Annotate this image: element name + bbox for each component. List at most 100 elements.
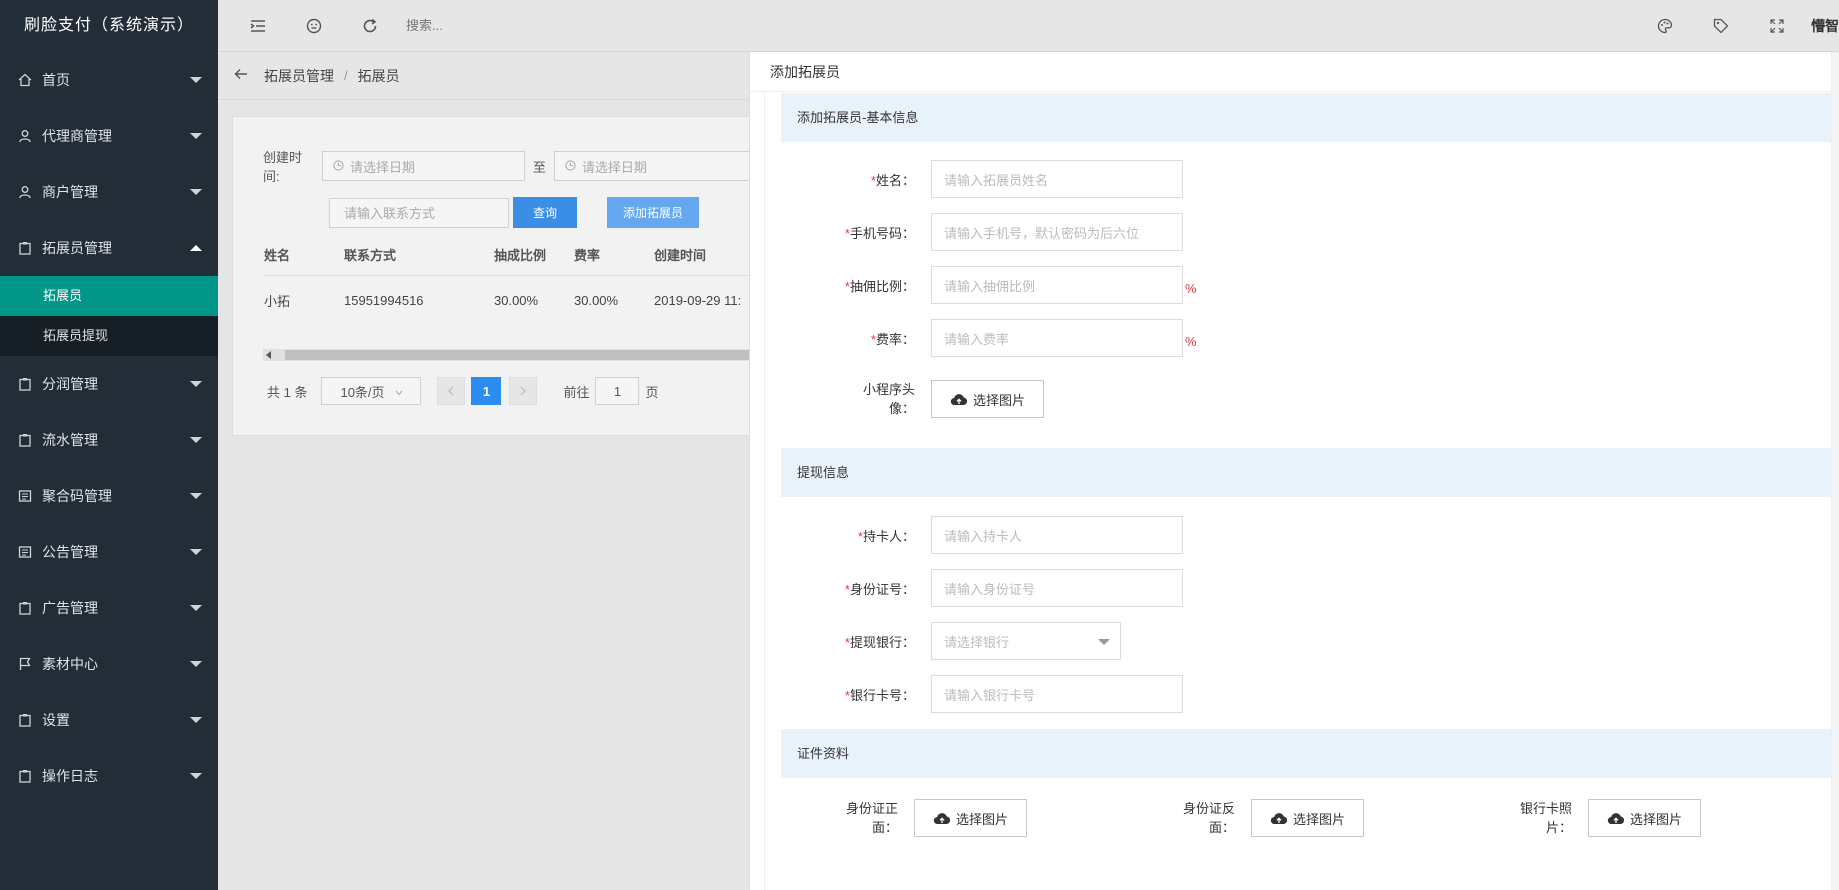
clipboard-icon <box>18 713 32 727</box>
palette-icon[interactable] <box>1637 0 1693 52</box>
holder-input[interactable]: 请输入持卡人 <box>931 516 1183 554</box>
column-header: 姓名 <box>264 248 291 264</box>
query-button[interactable]: 查询 <box>513 197 578 228</box>
sidebar: 刷脸支付（系统演示） 首页 代理商管理 商户管理 拓展员管理 拓展员 拓展员提现… <box>0 0 218 890</box>
avatar-upload-button[interactable]: 选择图片 <box>931 380 1045 418</box>
id-number-input[interactable]: 请输入身份证号 <box>931 569 1183 607</box>
user-icon <box>18 129 32 143</box>
home-icon <box>18 73 32 87</box>
phone-label: *手机号码： <box>844 225 915 241</box>
bank-label: *提现银行： <box>844 634 915 650</box>
submenu-promoter: 拓展员 拓展员提现 <box>0 276 218 356</box>
breadcrumb-item[interactable]: 拓展员管理 <box>264 66 334 86</box>
id-back-upload-button[interactable]: 选择图片 <box>1251 799 1365 837</box>
column-header: 创建时间 <box>654 248 707 264</box>
cloud-upload-icon <box>950 393 968 405</box>
bank-select[interactable]: 请选择银行 <box>931 622 1121 660</box>
caret-down-icon <box>190 773 202 779</box>
face-icon[interactable] <box>286 0 342 52</box>
table-cell: 30.00% <box>574 274 654 325</box>
date-end-placeholder: 请选择日期 <box>581 159 647 175</box>
sidebar-item-flow[interactable]: 流水管理 <box>0 412 218 468</box>
sidebar-subitem-promoter-withdraw[interactable]: 拓展员提现 <box>0 316 218 356</box>
table-cell: 2019-09-29 11: <box>654 274 751 325</box>
holder-label: *持卡人： <box>857 528 915 544</box>
card-number-input[interactable]: 请输入银行卡号 <box>931 675 1183 713</box>
sidebar-item-label: 聚合码管理 <box>42 488 112 504</box>
caret-up-icon <box>190 245 202 251</box>
sidebar-item-merchant[interactable]: 商户管理 <box>0 164 218 220</box>
holder-row: *持卡人： 请输入持卡人 <box>781 516 1183 554</box>
promoter-list-card: 创建时间: 请选择日期 至 请选择日期 请输入联系方式 查询 添加拓展员 姓名 … <box>232 116 752 436</box>
id-number-label: *身份证号： <box>844 581 915 597</box>
page-suffix: 页 <box>645 384 659 400</box>
id-front-upload-button[interactable]: 选择图片 <box>914 799 1028 837</box>
sidebar-item-material[interactable]: 素材中心 <box>0 636 218 692</box>
card-photo-row: 银行卡照 片： 选择图片 <box>1455 799 1702 837</box>
sidebar-item-home[interactable]: 首页 <box>0 52 218 108</box>
commission-input[interactable]: 请输入抽佣比例 <box>931 266 1183 304</box>
card-number-label: *银行卡号： <box>844 687 915 703</box>
scrollbar-thumb[interactable] <box>285 350 751 360</box>
sidebar-item-ads[interactable]: 广告管理 <box>0 580 218 636</box>
contact-input[interactable]: 请输入联系方式 <box>329 197 509 228</box>
horizontal-scrollbar[interactable] <box>263 349 751 361</box>
add-promoter-button[interactable]: 添加拓展员 <box>607 197 700 228</box>
date-end-input[interactable]: 请选择日期 <box>553 151 751 181</box>
caret-down-icon <box>190 437 202 443</box>
card-photo-upload-button[interactable]: 选择图片 <box>1588 799 1702 837</box>
id-front-label: 身份证正 面： <box>845 801 898 835</box>
search-input[interactable] <box>406 10 706 41</box>
menu-toggle-icon[interactable] <box>230 0 286 52</box>
name-input[interactable]: 请输入拓展员姓名 <box>931 160 1183 198</box>
prev-page-button[interactable] <box>437 377 466 405</box>
sidebar-item-notice[interactable]: 公告管理 <box>0 524 218 580</box>
sidebar-item-label: 流水管理 <box>42 432 98 448</box>
caret-down-icon <box>190 77 202 83</box>
caret-down-icon <box>190 189 202 195</box>
sidebar-subitem-promoter[interactable]: 拓展员 <box>0 276 218 316</box>
phone-row: *手机号码： 请输入手机号，默认密码为后六位 <box>781 213 1183 251</box>
page-number-current[interactable]: 1 <box>471 377 502 405</box>
date-start-input[interactable]: 请选择日期 <box>322 151 525 181</box>
table-cell: 15951994516 <box>344 274 494 325</box>
date-start-placeholder: 请选择日期 <box>350 159 416 175</box>
fullscreen-icon[interactable] <box>1749 0 1805 52</box>
to-label: 至 <box>532 159 546 175</box>
created-time-label: 创建时间: <box>263 150 303 184</box>
tag-icon[interactable] <box>1693 0 1749 52</box>
clock-icon <box>565 159 576 174</box>
page-size-select[interactable]: 10条/页 <box>321 377 422 405</box>
goto-page-input[interactable]: 1 <box>595 377 640 405</box>
rate-input[interactable]: 请输入费率 <box>931 319 1183 357</box>
scroll-left-icon[interactable] <box>266 351 271 359</box>
sidebar-item-agent[interactable]: 代理商管理 <box>0 108 218 164</box>
rate-row: *费率： 请输入费率 % <box>781 319 1197 357</box>
column-header: 联系方式 <box>344 248 397 264</box>
sidebar-item-label: 素材中心 <box>42 656 98 672</box>
sidebar-item-qrcode[interactable]: 聚合码管理 <box>0 468 218 524</box>
commission-row: *抽佣比例： 请输入抽佣比例 % <box>781 266 1197 304</box>
avatar-row: 小程序头 像： 选择图片 <box>781 380 1045 418</box>
caret-down-icon <box>190 133 202 139</box>
phone-input[interactable]: 请输入手机号，默认密码为后六位 <box>931 213 1183 251</box>
sidebar-item-promoter-mgmt[interactable]: 拓展员管理 <box>0 220 218 276</box>
sidebar-item-profit[interactable]: 分润管理 <box>0 356 218 412</box>
add-promoter-drawer: 添加拓展员 添加拓展员-基本信息 *姓名： 请输入拓展员姓名 *手机号码： 请输… <box>749 52 1839 890</box>
refresh-icon[interactable] <box>342 0 398 52</box>
top-bar-right: 懵智 <box>1637 0 1839 52</box>
back-arrow-icon[interactable] <box>234 68 248 83</box>
cloud-upload-icon <box>1607 812 1625 824</box>
sidebar-item-settings[interactable]: 设置 <box>0 692 218 748</box>
next-page-button[interactable] <box>509 377 538 405</box>
sidebar-item-oplog[interactable]: 操作日志 <box>0 748 218 804</box>
cloud-upload-icon <box>933 812 951 824</box>
user-name[interactable]: 懵智 <box>1805 16 1839 36</box>
id-number-row: *身份证号： 请输入身份证号 <box>781 569 1183 607</box>
promoter-table: 姓名 联系方式 抽成比例 费率 创建时间 小拓 15951994516 30.0… <box>264 235 751 325</box>
table-row[interactable]: 小拓 15951994516 30.00% 30.00% 2019-09-29 … <box>264 274 751 325</box>
table-cell: 小拓 <box>264 274 344 325</box>
drawer-scrollbar[interactable] <box>1831 52 1839 890</box>
sidebar-item-label: 拓展员管理 <box>42 240 112 256</box>
table-cell: 30.00% <box>494 274 574 325</box>
